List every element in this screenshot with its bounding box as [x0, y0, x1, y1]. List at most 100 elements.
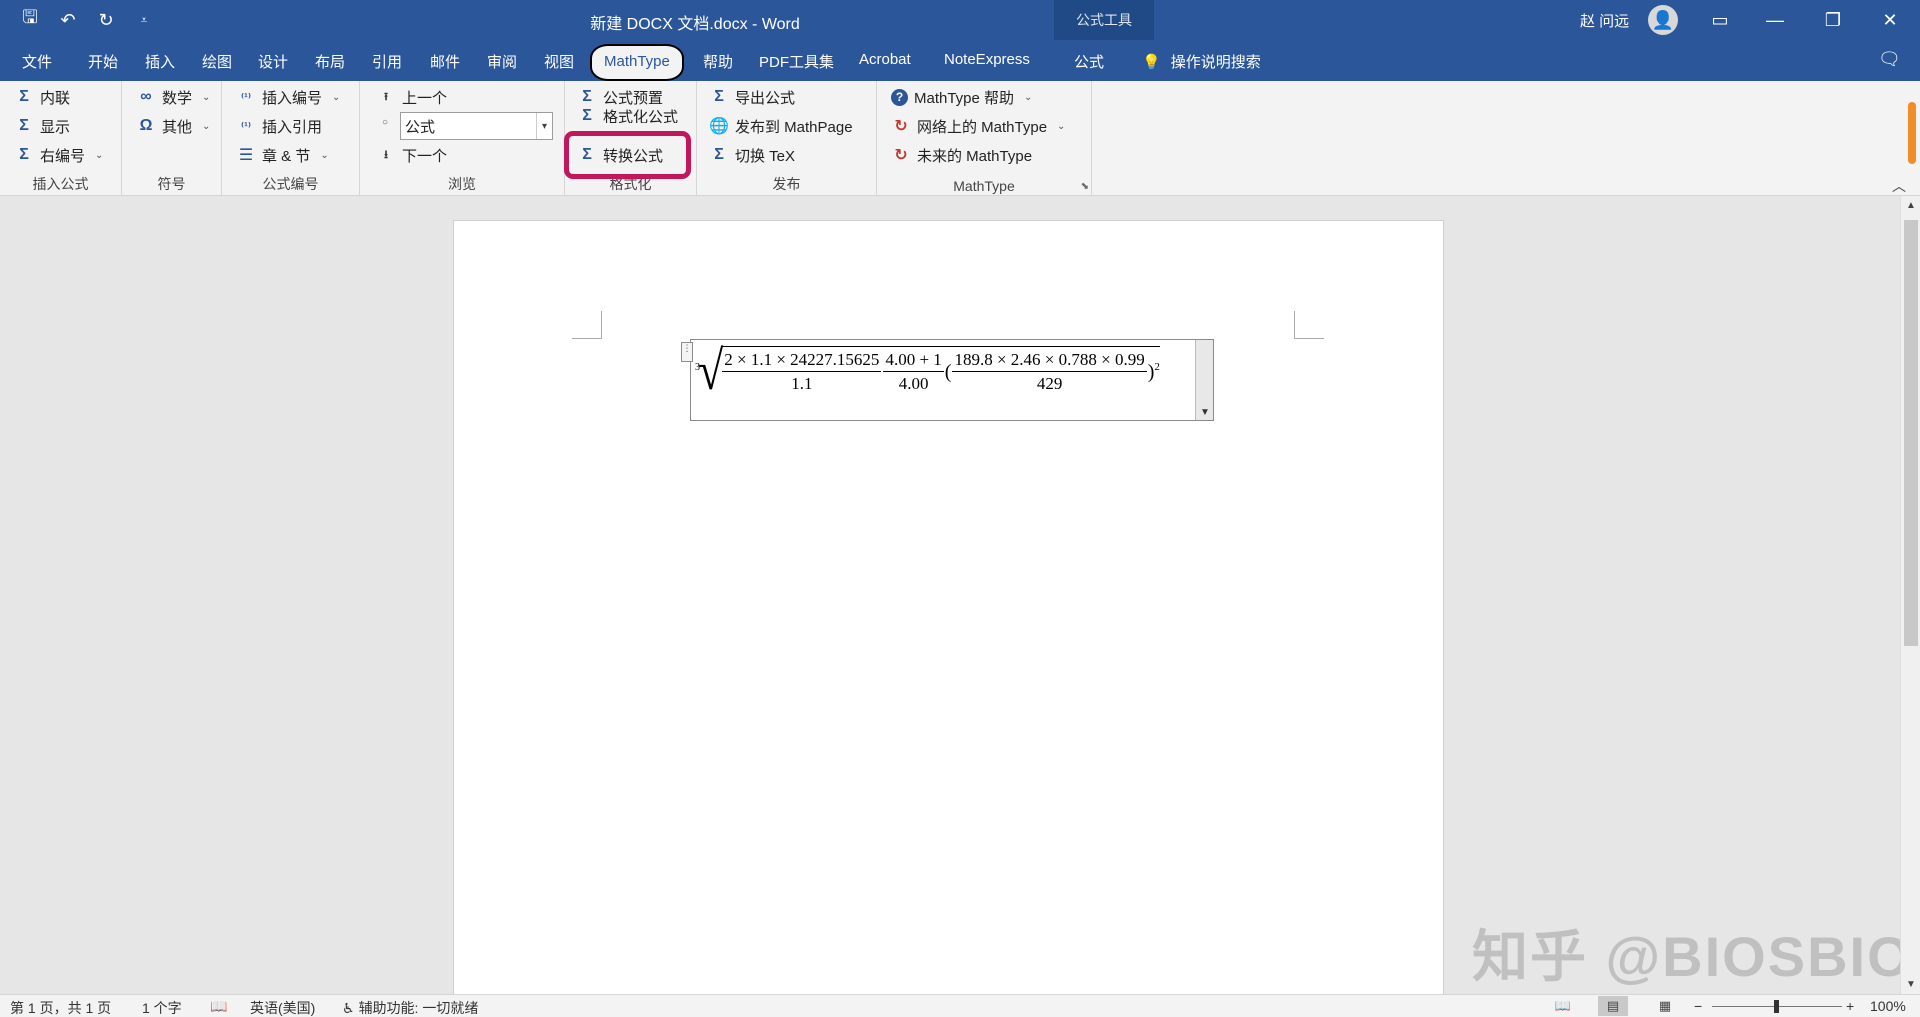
- equation-handle-icon[interactable]: ⋮: [681, 342, 693, 362]
- close-paren: ): [1147, 361, 1155, 383]
- equation-scrollbar[interactable]: ▼: [1195, 340, 1213, 420]
- chapter-section-button[interactable]: ☰ 章 & 节 ⌄: [236, 143, 329, 167]
- status-bar: 第 1 页，共 1 页 1 个字 📖 英语(美国) ♿ 辅助功能: 一切就绪 📖…: [0, 994, 1920, 1017]
- insert-reference-button[interactable]: ⁽¹⁾ 插入引用: [236, 114, 322, 138]
- tab-draw[interactable]: 绘图: [202, 51, 232, 72]
- zoom-slider-thumb[interactable]: [1774, 1000, 1779, 1013]
- display-button[interactable]: Σ 显示: [14, 114, 70, 138]
- page-count[interactable]: 第 1 页，共 1 页: [10, 998, 111, 1017]
- restore-icon[interactable]: ❐: [1813, 6, 1853, 34]
- tab-noteexpress[interactable]: NoteExpress: [944, 51, 1030, 68]
- tab-pdf-tools[interactable]: PDF工具集: [759, 51, 834, 72]
- fraction-1: 2 × 1.1 × 24227.15625 1.1: [722, 349, 882, 396]
- proofing-icon[interactable]: 📖: [210, 998, 227, 1015]
- accessibility-status[interactable]: ♿ 辅助功能: 一切就绪: [342, 998, 478, 1017]
- chevron-down-icon: ⌄: [1057, 120, 1066, 132]
- chevron-down-icon[interactable]: ▼: [1200, 407, 1210, 418]
- avatar[interactable]: 👤: [1648, 5, 1678, 35]
- chevron-down-icon: ⌄: [202, 91, 211, 103]
- group-publish: Σ 导出公式 🌐 发布到 MathPage Σ 切换 TeX 发布: [697, 81, 877, 196]
- chevron-down-icon: ⌄: [202, 120, 211, 132]
- group-browse: ⭱ 上一个 ○ 公式 ▾ ⭳ 下一个 浏览: [360, 81, 565, 196]
- open-paren: (: [944, 361, 952, 383]
- document-workspace: ⋮ 3 √ 2 × 1.1 × 24227.15625 1.1 4.00 + 1…: [0, 196, 1900, 1000]
- insert-number-button[interactable]: ⁽¹⁾ 插入编号 ⌄: [236, 85, 340, 109]
- list-icon: ☰: [238, 147, 254, 164]
- tab-view[interactable]: 视图: [544, 51, 574, 72]
- search-label: 操作说明搜索: [1170, 54, 1261, 71]
- document-page[interactable]: ⋮ 3 √ 2 × 1.1 × 24227.15625 1.1 4.00 + 1…: [453, 220, 1444, 1000]
- zoom-out-icon[interactable]: −: [1694, 998, 1702, 1014]
- user-name[interactable]: 赵 问远: [1580, 10, 1629, 31]
- zoom-in-icon[interactable]: +: [1846, 998, 1854, 1014]
- document-title: 新建 DOCX 文档.docx - Word: [590, 16, 800, 33]
- print-layout-icon[interactable]: ▤: [1598, 996, 1628, 1016]
- publish-mathpage-button[interactable]: 🌐 发布到 MathPage: [709, 114, 853, 138]
- close-icon[interactable]: ✕: [1870, 6, 1910, 34]
- equation-content: 3 √ 2 × 1.1 × 24227.15625 1.1 4.00 + 1 4…: [695, 343, 1160, 398]
- ribbon-display-options-icon[interactable]: ▭: [1700, 6, 1740, 34]
- group-equation-numbers: ⁽¹⁾ 插入编号 ⌄ ⁽¹⁾ 插入引用 ☰ 章 & 节 ⌄ 公式编号: [222, 81, 360, 196]
- chevron-down-icon: ⌄: [95, 149, 104, 161]
- inline-button[interactable]: Σ 内联: [14, 85, 70, 109]
- future-link-icon: ↻: [894, 147, 908, 164]
- tab-layout[interactable]: 布局: [315, 51, 345, 72]
- mathtype-help-button[interactable]: ? MathType 帮助 ⌄: [891, 85, 1032, 109]
- equation-object[interactable]: ⋮ 3 √ 2 × 1.1 × 24227.15625 1.1 4.00 + 1…: [681, 339, 1214, 421]
- web-layout-icon[interactable]: ▦: [1650, 996, 1680, 1016]
- tex-icon: Σ: [714, 146, 724, 163]
- tab-home[interactable]: 开始: [88, 51, 118, 72]
- export-equation-button[interactable]: Σ 导出公式: [709, 85, 795, 109]
- sigma-icon: Σ: [19, 117, 29, 134]
- crop-mark-top-right: [1294, 311, 1324, 339]
- reference-icon: ⁽¹⁾: [240, 120, 251, 133]
- number-icon: ⁽¹⁾: [240, 91, 251, 104]
- browse-type-value: 公式: [405, 119, 436, 136]
- tab-help[interactable]: 帮助: [703, 51, 733, 72]
- tab-equation[interactable]: 公式: [1074, 51, 1104, 72]
- read-mode-icon[interactable]: 📖: [1548, 996, 1578, 1016]
- zoom-level[interactable]: 100%: [1870, 998, 1906, 1014]
- tab-acrobat[interactable]: Acrobat: [859, 51, 911, 68]
- scroll-down-icon[interactable]: ▼: [1906, 979, 1916, 990]
- comments-icon[interactable]: 🗨: [1878, 49, 1901, 70]
- tab-insert[interactable]: 插入: [145, 51, 175, 72]
- dialog-launcher-icon[interactable]: ⬊: [1081, 181, 1089, 192]
- accessibility-icon: ♿: [342, 999, 355, 1016]
- word-count[interactable]: 1 个字: [142, 998, 182, 1017]
- tab-mailings[interactable]: 邮件: [430, 51, 460, 72]
- convert-highlight-annotation: [564, 131, 691, 179]
- equation-preset-button[interactable]: Σ 公式预置: [577, 85, 663, 109]
- tab-design[interactable]: 设计: [258, 51, 288, 72]
- next-button[interactable]: ⭳ 下一个: [376, 143, 447, 167]
- toggle-tex-button[interactable]: Σ 切换 TeX: [709, 143, 795, 167]
- circle-icon: ○: [382, 117, 389, 128]
- browse-type-select[interactable]: 公式 ▾: [400, 112, 553, 140]
- tab-review[interactable]: 审阅: [487, 51, 517, 72]
- language[interactable]: 英语(美国): [250, 998, 315, 1017]
- right-number-button[interactable]: Σ 右编号 ⌄: [14, 143, 103, 167]
- collapse-ribbon-icon[interactable]: ︿: [1892, 176, 1906, 196]
- group-label: 发布: [772, 176, 801, 192]
- chevron-down-icon: ⌄: [332, 91, 341, 103]
- tab-references[interactable]: 引用: [372, 51, 402, 72]
- tab-file[interactable]: 文件: [22, 51, 52, 72]
- previous-button[interactable]: ⭱ 上一个: [376, 85, 447, 109]
- other-symbols-button[interactable]: Ω 其他 ⌄: [136, 114, 211, 138]
- math-symbols-button[interactable]: ∞ 数学 ⌄: [136, 85, 210, 109]
- mathtype-future-button[interactable]: ↻ 未来的 MathType: [891, 143, 1032, 167]
- scroll-up-icon[interactable]: ▲: [1906, 200, 1916, 211]
- tell-me-search[interactable]: 💡 操作说明搜索: [1142, 51, 1261, 72]
- fraction-1-denominator: 1.1: [791, 374, 813, 393]
- chevron-down-icon: ⌄: [1024, 91, 1033, 103]
- minimize-icon[interactable]: —: [1755, 6, 1795, 34]
- group-label: 符号: [157, 176, 186, 192]
- mathtype-web-button[interactable]: ↻ 网络上的 MathType ⌄: [891, 114, 1065, 138]
- fraction-3-numerator: 189.8 × 2.46 × 0.788 × 0.99: [952, 349, 1147, 372]
- chevron-down-icon[interactable]: ▾: [536, 113, 552, 139]
- scroll-thumb[interactable]: [1904, 220, 1918, 646]
- format-equation-button[interactable]: Σ 格式化公式: [577, 109, 678, 123]
- tab-mathtype[interactable]: MathType: [590, 44, 684, 81]
- vertical-scrollbar[interactable]: ▲ ▼: [1900, 196, 1920, 994]
- help-icon: ?: [891, 88, 908, 106]
